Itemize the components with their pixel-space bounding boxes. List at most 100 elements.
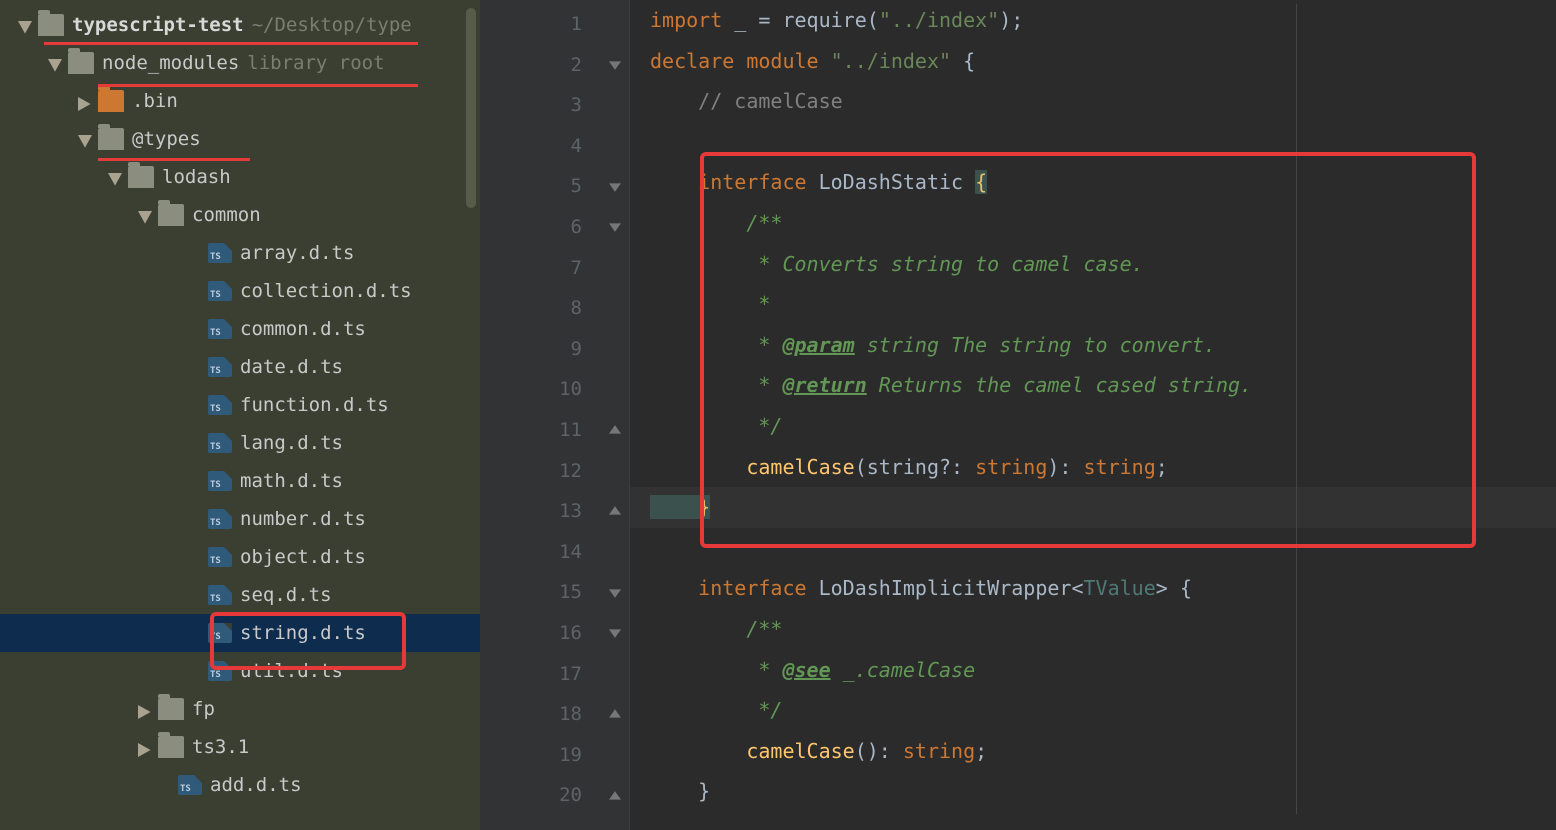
expand-icon[interactable] — [138, 702, 152, 716]
fold-icon[interactable] — [600, 410, 629, 451]
expand-icon[interactable] — [138, 208, 152, 222]
tree-item-label: function.d.ts — [240, 394, 389, 416]
tree-file-seq[interactable]: seq.d.ts — [0, 576, 480, 614]
ts-file-icon — [208, 471, 232, 491]
tree-file-array[interactable]: array.d.ts — [0, 234, 480, 272]
ts-file-icon — [208, 357, 232, 377]
line-number: 3 — [480, 85, 600, 126]
tree-file-common[interactable]: common.d.ts — [0, 310, 480, 348]
expand-icon[interactable] — [18, 18, 32, 32]
annotation-underline — [98, 158, 250, 161]
annotation-box — [700, 152, 1476, 548]
expand-icon[interactable] — [48, 56, 62, 70]
tree-item-label: .bin — [132, 90, 178, 112]
line-number: 15 — [480, 572, 600, 613]
folder-icon — [158, 736, 184, 758]
fold-icon[interactable] — [600, 491, 629, 532]
fold-icon[interactable] — [600, 613, 629, 654]
tree-item-label: @types — [132, 128, 201, 150]
tree-file-math[interactable]: math.d.ts — [0, 462, 480, 500]
tree-root[interactable]: typescript-test ~/Desktop/type — [0, 6, 480, 44]
line-number: 20 — [480, 775, 600, 816]
line-number: 4 — [480, 126, 600, 167]
line-number: 13 — [480, 491, 600, 532]
line-number: 10 — [480, 369, 600, 410]
line-number: 17 — [480, 654, 600, 695]
tree-file-lang[interactable]: lang.d.ts — [0, 424, 480, 462]
tree-file-function[interactable]: function.d.ts — [0, 386, 480, 424]
project-name: typescript-test — [72, 14, 244, 36]
tree-item-label: collection.d.ts — [240, 280, 412, 302]
fold-icon[interactable] — [600, 775, 629, 816]
tree-item-label: array.d.ts — [240, 242, 354, 264]
tree-item-label: node_modules — [102, 52, 239, 74]
gutter: 1 2 3 4 5 6 7 8 9 10 11 12 13 14 15 16 1… — [480, 0, 600, 830]
tree-file-add[interactable]: add.d.ts — [0, 766, 480, 804]
tree-item-label: lodash — [162, 166, 231, 188]
tree-bin[interactable]: .bin — [0, 82, 480, 120]
folder-icon — [38, 14, 64, 36]
tree-item-label: math.d.ts — [240, 470, 343, 492]
tree-file-collection[interactable]: collection.d.ts — [0, 272, 480, 310]
tree-ts31[interactable]: ts3.1 — [0, 728, 480, 766]
tree-item-label: seq.d.ts — [240, 584, 332, 606]
annotation-underline — [44, 42, 418, 45]
fold-icon[interactable] — [600, 572, 629, 613]
folder-icon — [98, 128, 124, 150]
sidebar-scrollbar[interactable] — [466, 8, 476, 208]
project-tree-panel: typescript-test ~/Desktop/type node_modu… — [0, 0, 480, 830]
tree-atypes[interactable]: @types — [0, 120, 480, 158]
line-number: 12 — [480, 451, 600, 492]
ts-file-icon — [208, 433, 232, 453]
tree-common[interactable]: common — [0, 196, 480, 234]
tree-node-modules[interactable]: node_modules library root — [0, 44, 480, 82]
line-number: 1 — [480, 4, 600, 45]
line-number: 14 — [480, 532, 600, 573]
annotation-underline — [98, 84, 418, 87]
folder-icon — [158, 698, 184, 720]
fold-icon[interactable] — [600, 694, 629, 735]
expand-icon[interactable] — [138, 740, 152, 754]
project-path: ~/Desktop/type — [252, 14, 412, 36]
line-number: 19 — [480, 735, 600, 776]
tree-item-label: common.d.ts — [240, 318, 366, 340]
tree-item-label: date.d.ts — [240, 356, 343, 378]
fold-icon[interactable] — [600, 45, 629, 86]
fold-column — [600, 0, 630, 830]
tree-file-date[interactable]: date.d.ts — [0, 348, 480, 386]
folder-icon — [68, 52, 94, 74]
library-root-tag: library root — [247, 52, 384, 74]
tree-item-label: lang.d.ts — [240, 432, 343, 454]
folder-icon — [98, 90, 124, 112]
ts-file-icon — [178, 775, 202, 795]
line-number: 18 — [480, 694, 600, 735]
ts-file-icon — [208, 509, 232, 529]
folder-icon — [158, 204, 184, 226]
line-number: 5 — [480, 166, 600, 207]
tree-file-object[interactable]: object.d.ts — [0, 538, 480, 576]
fold-icon[interactable] — [600, 166, 629, 207]
fold-icon[interactable] — [600, 207, 629, 248]
tree-item-label: common — [192, 204, 261, 226]
ts-file-icon — [208, 319, 232, 339]
line-number: 16 — [480, 613, 600, 654]
expand-icon[interactable] — [78, 132, 92, 146]
line-number: 7 — [480, 248, 600, 289]
expand-icon[interactable] — [78, 94, 92, 108]
line-number: 6 — [480, 207, 600, 248]
line-number: 8 — [480, 288, 600, 329]
expand-icon[interactable] — [108, 170, 122, 184]
ts-file-icon — [208, 281, 232, 301]
tree-item-label: add.d.ts — [210, 774, 302, 796]
line-number: 2 — [480, 45, 600, 86]
tree-item-label: object.d.ts — [240, 546, 366, 568]
folder-icon — [128, 166, 154, 188]
tree-fp[interactable]: fp — [0, 690, 480, 728]
tree-file-number[interactable]: number.d.ts — [0, 500, 480, 538]
tree-item-label: ts3.1 — [192, 736, 249, 758]
tree-lodash[interactable]: lodash — [0, 158, 480, 196]
ts-file-icon — [208, 243, 232, 263]
annotation-box — [210, 612, 406, 670]
ts-file-icon — [208, 395, 232, 415]
ts-file-icon — [208, 547, 232, 567]
